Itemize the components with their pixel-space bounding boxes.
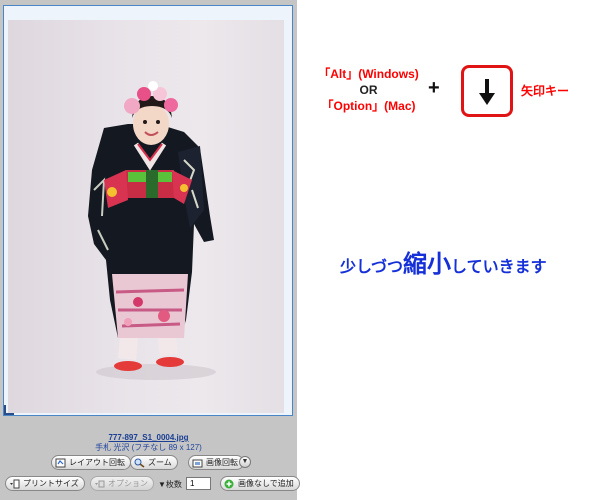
alt-key-windows-label: 「Alt」(Windows)	[318, 67, 419, 81]
zoom-label: ズーム	[148, 458, 172, 467]
print-size-caption: 手札 光沢 (フチなし 89 x 127)	[95, 443, 202, 452]
add-icon	[224, 479, 235, 489]
message-part-shrink: 縮小	[403, 251, 452, 278]
image-rotate-icon	[192, 458, 203, 468]
add-without-image-button[interactable]: 画像なしで追加	[220, 476, 300, 491]
frame-corner-marker	[4, 405, 14, 415]
down-arrow-icon	[479, 79, 495, 105]
zoom-button[interactable]: ズーム	[130, 455, 178, 470]
layout-rotate-icon	[55, 458, 66, 468]
option-icon	[94, 479, 105, 489]
zoom-icon	[134, 458, 145, 468]
chevron-down-icon: ▼	[241, 458, 249, 465]
image-rotate-button[interactable]: 画像回転	[188, 455, 244, 470]
or-label: OR	[359, 83, 378, 97]
print-size-label: プリントサイズ	[23, 479, 79, 488]
plus-sign: +	[428, 77, 440, 99]
option-key-mac-label: 「Option」(Mac)	[321, 99, 416, 113]
photo-kimono-girl-illustration	[88, 81, 216, 380]
option-label: オプション	[108, 479, 148, 488]
layout-rotate-button[interactable]: レイアウト回転	[51, 455, 131, 470]
copies-label: ▼枚数	[158, 480, 182, 489]
photo-image	[8, 20, 284, 413]
message-part-1: 少しづつ	[340, 259, 404, 276]
option-button[interactable]: オプション	[90, 476, 154, 491]
arrow-key-label: 矢印キー	[521, 84, 570, 98]
photo-preview-frame[interactable]	[3, 5, 293, 416]
layout-rotate-label: レイアウト回転	[69, 458, 125, 467]
print-size-icon	[9, 479, 20, 489]
shrink-gradually-message: 少しづつ縮小していきます	[340, 244, 547, 279]
message-part-3: していきます	[451, 259, 547, 276]
image-rotate-label: 画像回転	[206, 458, 238, 467]
add-without-image-label: 画像なしで追加	[238, 479, 294, 488]
image-rotate-dropdown[interactable]: ▼	[239, 456, 251, 468]
photo-editor-panel: 777-897_S1_0004.jpg 手札 光沢 (フチなし 89 x 127…	[0, 0, 300, 500]
copies-input[interactable]: 1	[186, 477, 211, 490]
print-size-button[interactable]: プリントサイズ	[5, 476, 85, 491]
down-arrow-key	[461, 65, 513, 117]
